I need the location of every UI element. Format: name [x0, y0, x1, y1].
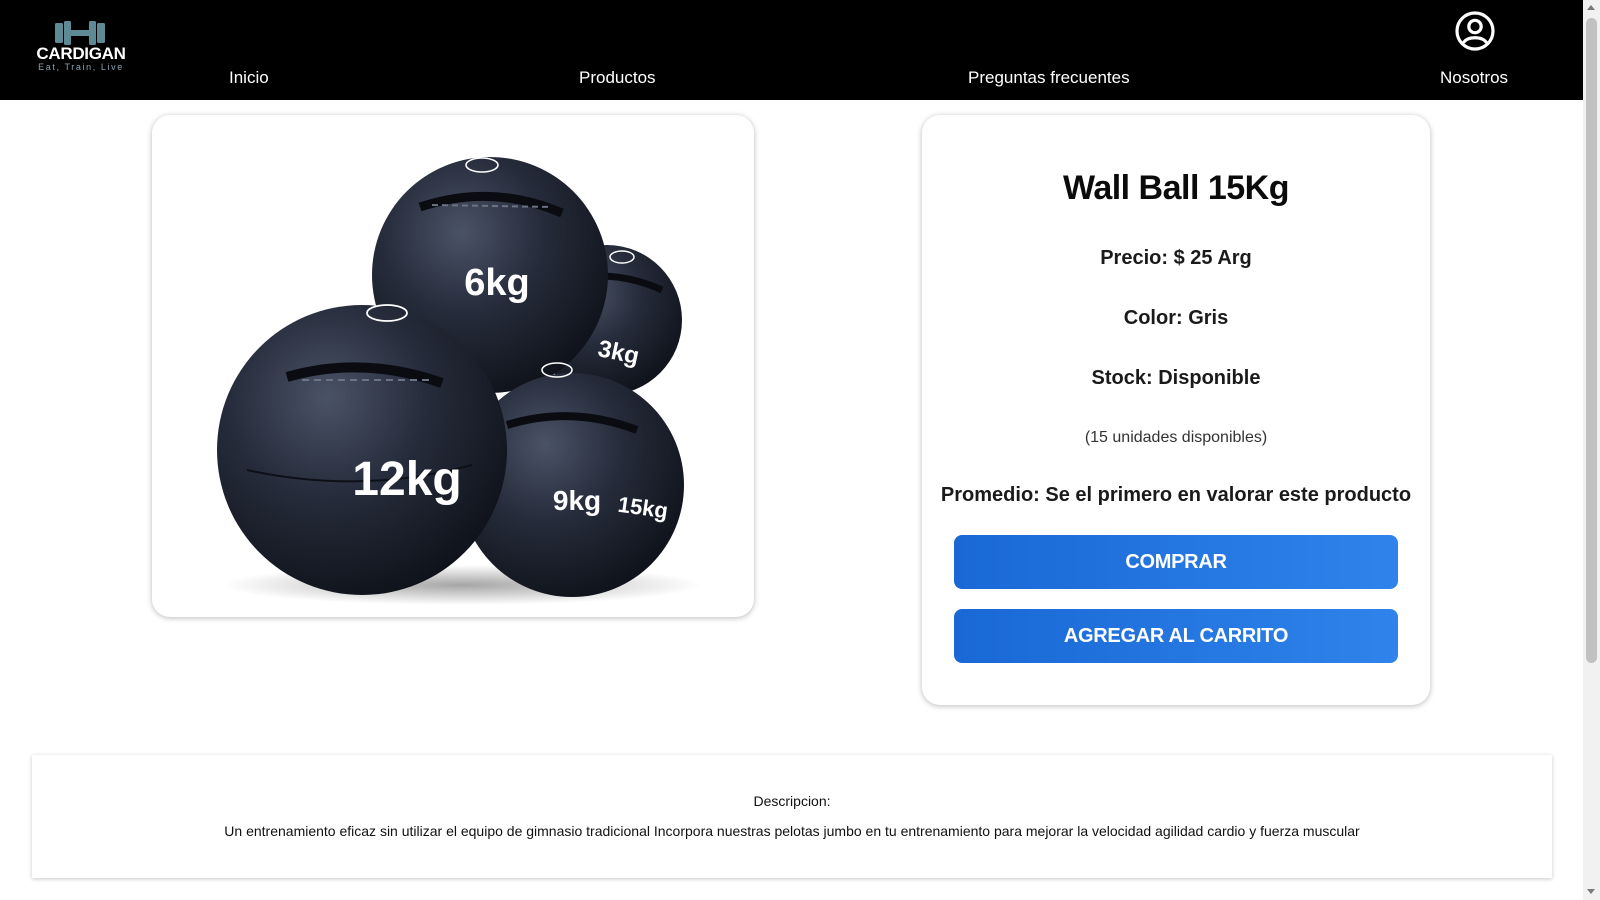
- product-average-rating: Promedio: Se el primero en valorar este …: [940, 484, 1412, 506]
- brand-logo[interactable]: CARDIGAN Eat, Train, Live: [35, 20, 127, 74]
- product-title: Wall Ball 15Kg: [1062, 169, 1290, 207]
- description-text: Un entrenamiento eficaz sin utilizar el …: [224, 823, 1360, 839]
- nav-preguntas-frecuentes[interactable]: Preguntas frecuentes: [968, 68, 1130, 88]
- product-info-card: Wall Ball 15Kg Precio: $ 25 Arg Color: G…: [922, 115, 1430, 705]
- top-navbar: CARDIGAN Eat, Train, Live Inicio Product…: [0, 0, 1583, 100]
- page-scrollbar[interactable]: [1583, 0, 1600, 900]
- product-color: Color: Gris: [1123, 307, 1229, 329]
- scrollbar-thumb[interactable]: [1586, 18, 1597, 663]
- ball-label-6kg: 6kg: [464, 262, 529, 304]
- ball-label-12kg: 12kg: [352, 453, 461, 506]
- product-description-section: Descripcion: Un entrenamiento eficaz sin…: [32, 755, 1552, 878]
- buy-button[interactable]: COMPRAR: [954, 535, 1398, 589]
- ball-label-9kg: 9kg: [553, 485, 601, 516]
- product-image-card: 6kg 3kg 12kg 9kg 15kg: [152, 115, 754, 617]
- brand-name: CARDIGAN: [36, 44, 126, 63]
- nav-productos[interactable]: Productos: [579, 68, 656, 88]
- scroll-up-arrow-icon[interactable]: [1587, 5, 1595, 10]
- dumbbell-icon: [55, 21, 105, 45]
- scroll-down-arrow-icon[interactable]: [1587, 889, 1595, 894]
- nav-inicio[interactable]: Inicio: [229, 68, 269, 88]
- product-image: 6kg 3kg 12kg 9kg 15kg: [217, 157, 702, 605]
- brand-tagline: Eat, Train, Live: [38, 62, 124, 72]
- nav-nosotros[interactable]: Nosotros: [1440, 68, 1508, 88]
- product-units-available: (15 unidades disponibles): [1084, 429, 1268, 446]
- add-to-cart-button[interactable]: AGREGAR AL CARRITO: [954, 609, 1398, 663]
- product-stock: Stock: Disponible: [1091, 367, 1261, 389]
- description-title: Descripcion:: [753, 793, 831, 809]
- user-circle-icon[interactable]: [1454, 10, 1496, 52]
- product-price: Precio: $ 25 Arg: [1100, 247, 1252, 269]
